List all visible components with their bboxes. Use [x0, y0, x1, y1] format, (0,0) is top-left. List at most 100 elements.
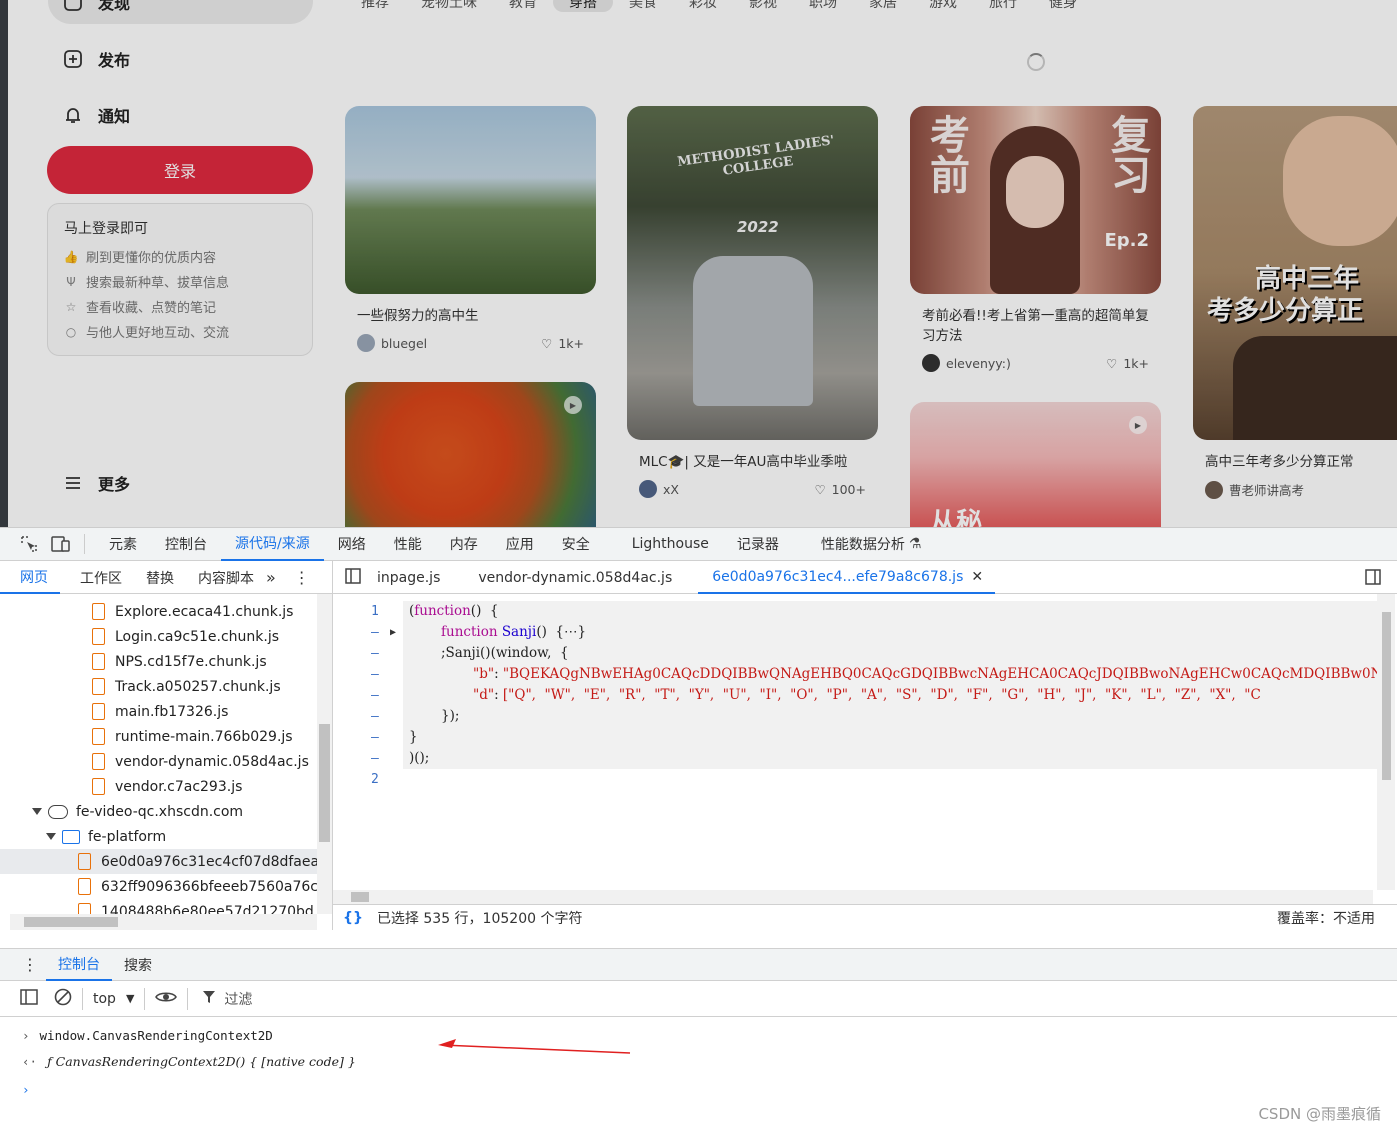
tree-file[interactable]: runtime-main.766b029.js [0, 724, 317, 749]
console-result[interactable]: ƒ CanvasRenderingContext2D() { [native c… [47, 1054, 356, 1069]
heart-icon[interactable]: ♡ [1106, 356, 1117, 371]
note-author[interactable]: bluegel [381, 336, 427, 351]
kebab-menu-icon[interactable]: ⋮ [294, 568, 310, 587]
channel-tab[interactable]: 推荐 [345, 0, 405, 12]
note-cover-image[interactable]: ▶ [345, 382, 596, 527]
toggle-debugger-icon[interactable] [1365, 569, 1381, 589]
tab-overrides[interactable]: 替换 [134, 561, 186, 594]
eye-icon[interactable] [155, 990, 178, 1008]
avatar[interactable] [922, 354, 940, 372]
tree-file[interactable]: 632ff9096366bfeeeb7560a76c [0, 874, 317, 899]
close-tab-icon[interactable]: ✕ [971, 569, 983, 585]
code-content[interactable]: (function() { function Sanji() {⋯} ;Sanj… [403, 594, 1383, 894]
tab-recorder[interactable]: 记录器 [723, 528, 793, 561]
tree-domain[interactable]: fe-video-qc.xhscdn.com [0, 799, 317, 824]
nav-discover[interactable]: 发现 [62, 0, 130, 14]
tree-file[interactable]: vendor.c7ac293.js [0, 774, 317, 799]
note-cover-image[interactable]: 考前 复习 Ep.2 [910, 106, 1161, 294]
channel-tab[interactable]: 家居 [853, 0, 913, 12]
drawer-tab-search[interactable]: 搜索 [112, 948, 164, 981]
tab-sources[interactable]: 源代码/来源 [221, 528, 324, 561]
note-card[interactable]: 高中三年 考多少分算正 高中三年考多少分算正常 曹老师讲高考 ♡ [1193, 106, 1397, 499]
avatar[interactable] [1205, 480, 1223, 499]
note-card[interactable]: METHODIST LADIES' COLLEGE 2022 MLC🎓| 又是一… [627, 106, 878, 498]
editor-horizontal-scrollbar[interactable] [333, 890, 1373, 904]
note-title[interactable]: 考前必看!!考上省第一重高的超简单复习方法 [910, 306, 1161, 346]
file-tab[interactable]: inpage.js [365, 561, 452, 594]
tree-vertical-scrollbar[interactable] [317, 594, 332, 914]
channel-tab[interactable]: 游戏 [913, 0, 973, 12]
tab-lighthouse[interactable]: Lighthouse [604, 528, 723, 561]
pretty-print-icon[interactable]: {} [343, 910, 363, 926]
note-title[interactable]: MLC🎓| 又是一年AU高中毕业季啦 [627, 452, 878, 472]
console-output[interactable]: › window.CanvasRenderingContext2D ‹· ƒ C… [0, 1017, 1397, 1131]
channel-tab[interactable]: 教育 [493, 0, 553, 12]
tree-file[interactable]: vendor-dynamic.058d4ac.js [0, 749, 317, 774]
note-cover-image[interactable]: 高中三年 考多少分算正 [1193, 106, 1397, 440]
heart-icon[interactable]: ♡ [541, 336, 552, 351]
tab-page[interactable]: 网页 [0, 561, 60, 594]
tree-file[interactable]: main.fb17326.js [0, 699, 317, 724]
login-button[interactable]: 登录 [47, 146, 313, 194]
channel-tab[interactable]: 职场 [793, 0, 853, 12]
channel-tab[interactable]: 穿搭 [553, 0, 613, 12]
tree-horizontal-scrollbar[interactable] [10, 914, 317, 930]
code-editor[interactable]: 1 – ▶ – – – – – – 2 (function() { functi… [333, 594, 1397, 904]
expand-arrow-icon[interactable] [32, 808, 42, 815]
heart-icon[interactable]: ♡ [814, 482, 825, 497]
drawer-menu-icon[interactable]: ⋮ [22, 955, 38, 974]
note-author[interactable]: 曹老师讲高考 [1229, 480, 1304, 499]
nav-more[interactable]: 更多 [62, 471, 130, 495]
device-toolbar-icon[interactable] [50, 533, 72, 555]
note-title[interactable]: 高中三年考多少分算正常 [1193, 452, 1397, 472]
toggle-navigator-icon[interactable] [345, 567, 361, 588]
channel-tab[interactable]: 旅行 [973, 0, 1033, 12]
file-tab[interactable]: vendor-dynamic.058d4ac.js [452, 561, 684, 594]
nav-notify[interactable]: 通知 [62, 103, 130, 127]
note-card[interactable]: ▶ [345, 382, 596, 527]
context-selector[interactable]: top ▼ [93, 991, 134, 1007]
note-card[interactable]: ▶ 从秘 [910, 402, 1161, 527]
tab-application[interactable]: 应用 [492, 528, 548, 561]
note-title[interactable]: 一些假努力的高中生 [345, 306, 596, 326]
scrollbar-thumb[interactable] [351, 892, 369, 902]
channel-tab[interactable]: 彩妆 [673, 0, 733, 12]
scrollbar-thumb[interactable] [319, 724, 330, 842]
tree-file[interactable]: Login.ca9c51e.chunk.js [0, 624, 317, 649]
tree-file-selected[interactable]: 6e0d0a976c31ec4cf07d8dfaea [0, 849, 317, 874]
tab-memory[interactable]: 内存 [436, 528, 492, 561]
tab-performance-insights[interactable]: 性能数据分析 [793, 528, 909, 561]
avatar[interactable] [639, 480, 657, 498]
channel-tab[interactable]: 美食 [613, 0, 673, 12]
tree-file[interactable]: Track.a050257.chunk.js [0, 674, 317, 699]
note-author[interactable]: elevenyy:) [946, 356, 1011, 371]
tab-console[interactable]: 控制台 [151, 528, 221, 561]
filter-input[interactable]: 过滤 [224, 989, 252, 1009]
tree-file[interactable]: NPS.cd15f7e.chunk.js [0, 649, 317, 674]
drawer-tab-console[interactable]: 控制台 [46, 948, 112, 981]
avatar[interactable] [357, 334, 375, 352]
tree-file[interactable]: Explore.ecaca41.chunk.js [0, 599, 317, 624]
tab-performance[interactable]: 性能 [380, 528, 436, 561]
tab-elements[interactable]: 元素 [95, 528, 151, 561]
file-tab-active[interactable]: 6e0d0a976c31ec4...efe79a8c678.js ✕ [698, 561, 996, 594]
tab-content-scripts[interactable]: 内容脚本 [186, 561, 266, 594]
channel-tab[interactable]: 宠物土味 [405, 0, 493, 12]
scrollbar-thumb[interactable] [24, 917, 118, 927]
editor-vertical-scrollbar[interactable] [1377, 594, 1395, 890]
note-card[interactable]: 考前 复习 Ep.2 考前必看!!考上省第一重高的超简单复习方法 eleveny… [910, 106, 1161, 372]
console-prompt[interactable]: › [22, 1077, 30, 1101]
note-cover-image[interactable]: METHODIST LADIES' COLLEGE 2022 [627, 106, 878, 440]
note-author[interactable]: xX [663, 482, 679, 497]
nav-publish[interactable]: 发布 [62, 47, 130, 71]
expand-arrow-icon[interactable] [46, 833, 56, 840]
tab-workspace[interactable]: 工作区 [60, 561, 134, 594]
inspect-element-icon[interactable] [18, 533, 40, 555]
more-tabs-icon[interactable]: » [266, 568, 276, 587]
note-cover-image[interactable]: ▶ 从秘 [910, 402, 1161, 527]
fold-arrow-icon[interactable]: ▶ [390, 622, 396, 643]
channel-tab[interactable]: 影视 [733, 0, 793, 12]
note-card[interactable]: 一些假努力的高中生 bluegel ♡ 1k+ [345, 106, 596, 352]
note-cover-image[interactable] [345, 106, 596, 294]
channel-tab[interactable]: 健身 [1033, 0, 1093, 12]
